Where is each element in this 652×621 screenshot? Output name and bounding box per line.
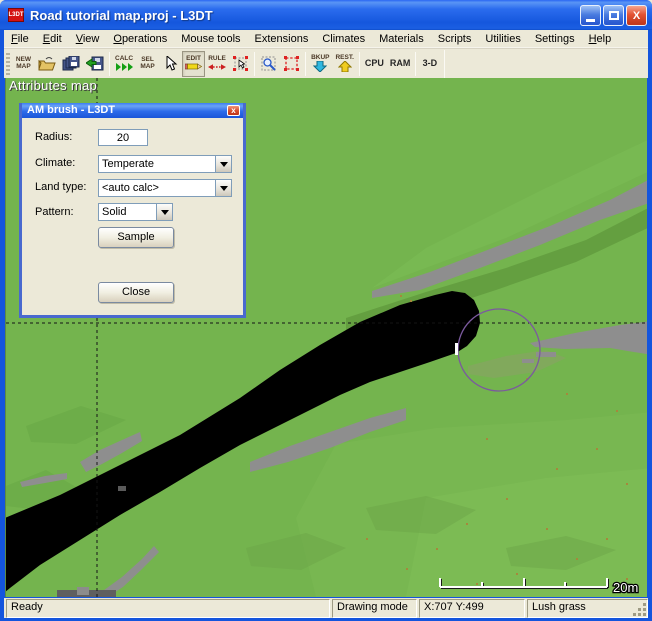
- status-terrain: Lush grass: [527, 599, 648, 618]
- menu-file[interactable]: File: [4, 31, 36, 47]
- restore-button[interactable]: REST.: [332, 51, 356, 77]
- floppy-arrow-icon: [86, 56, 104, 72]
- app-icon: L3DT: [8, 8, 24, 22]
- 3d-label: 3-D: [423, 59, 438, 68]
- save-import-button[interactable]: [83, 51, 107, 77]
- status-mode: Drawing mode: [332, 599, 417, 618]
- open-folder-icon: [38, 56, 56, 71]
- climate-label: Climate:: [35, 157, 75, 169]
- backup-down-arrow-icon: [313, 61, 327, 72]
- ram-button[interactable]: RAM: [387, 51, 414, 77]
- dialog-close-action-button[interactable]: Close: [98, 282, 174, 303]
- menu-edit[interactable]: Edit: [36, 31, 69, 47]
- menu-mouse-tools[interactable]: Mouse tools: [174, 31, 247, 47]
- radius-label: Radius:: [35, 131, 72, 143]
- select-region-tool-button[interactable]: [229, 51, 252, 77]
- maximize-icon: [609, 11, 619, 20]
- menu-settings[interactable]: Settings: [528, 31, 582, 47]
- status-bar: Ready Drawing mode X:707 Y:499 Lush gras…: [4, 598, 648, 618]
- save-stack-icon: [62, 56, 80, 72]
- land-type-label: Land type:: [35, 181, 86, 193]
- calc-play-icon: [116, 63, 133, 71]
- cpu-label: CPU: [365, 59, 384, 68]
- land-type-select[interactable]: <auto calc>: [98, 179, 232, 197]
- status-ready: Ready: [6, 599, 330, 618]
- land-type-dropdown-arrow-icon[interactable]: [215, 180, 231, 196]
- cpu-button[interactable]: CPU: [362, 51, 387, 77]
- resize-grip[interactable]: [633, 603, 646, 616]
- sel-map-button[interactable]: SEL MAP: [136, 51, 159, 77]
- clear-selection-button[interactable]: [280, 51, 303, 77]
- close-button[interactable]: X: [626, 5, 647, 26]
- toolbar-separator: [359, 52, 360, 76]
- dialog-close-button[interactable]: x: [227, 105, 240, 116]
- dialog-title-bar[interactable]: AM brush - L3DT x: [22, 103, 243, 118]
- toolbar: NEW MAP CALC SEL MAP: [4, 48, 648, 78]
- menu-extensions[interactable]: Extensions: [248, 31, 316, 47]
- menu-operations[interactable]: Operations: [106, 31, 174, 47]
- toolbar-end: [444, 50, 445, 78]
- close-icon: X: [633, 10, 640, 22]
- red-dashed-box-icon: [284, 56, 300, 72]
- zoom-region-icon: [261, 56, 277, 72]
- maximize-button[interactable]: [603, 5, 624, 26]
- menu-utilities[interactable]: Utilities: [478, 31, 527, 47]
- save-all-button[interactable]: [59, 51, 83, 77]
- new-map-label: NEW MAP: [16, 57, 31, 70]
- climate-dropdown-arrow-icon[interactable]: [215, 156, 231, 172]
- toolbar-separator: [109, 52, 110, 76]
- land-type-value: <auto calc>: [99, 182, 215, 194]
- map-overlay-title: Attributes map: [9, 78, 97, 93]
- am-brush-dialog: AM brush - L3DT x Radius: Climate: Tempe…: [19, 103, 246, 318]
- rule-tool-button[interactable]: RULE: [205, 51, 229, 77]
- edit-tool-button[interactable]: EDIT: [182, 51, 205, 77]
- scale-label: 20m: [613, 580, 638, 595]
- app-window: L3DT Road tutorial map.proj - L3DT X Fil…: [0, 0, 652, 621]
- cursor-icon: [163, 56, 178, 72]
- pattern-select[interactable]: Solid: [98, 203, 173, 221]
- backup-button[interactable]: BKUP: [308, 51, 332, 77]
- pattern-value: Solid: [99, 206, 156, 218]
- rule-arrow-icon: [208, 63, 226, 71]
- open-button[interactable]: [35, 51, 59, 77]
- pattern-label: Pattern:: [35, 206, 74, 218]
- menu-bar: FileEditViewOperationsMouse toolsExtensi…: [4, 30, 648, 48]
- pointer-tool-button[interactable]: [159, 51, 182, 77]
- menu-scripts[interactable]: Scripts: [431, 31, 479, 47]
- toolbar-grip[interactable]: [6, 53, 10, 75]
- dialog-title: AM brush - L3DT: [27, 104, 115, 116]
- toolbar-separator: [415, 52, 416, 76]
- menu-materials[interactable]: Materials: [372, 31, 431, 47]
- select-cursor-icon: [233, 56, 249, 72]
- zoom-region-button[interactable]: [257, 51, 280, 77]
- toolbar-separator: [254, 52, 255, 76]
- sel-map-label: SEL MAP: [140, 57, 154, 70]
- climate-value: Temperate: [99, 158, 215, 170]
- status-coordinates: X:707 Y:499: [419, 599, 525, 618]
- toolbar-separator: [305, 52, 306, 76]
- minimize-button[interactable]: [580, 5, 601, 26]
- minimize-icon: [586, 19, 595, 22]
- title-bar: L3DT Road tutorial map.proj - L3DT X: [0, 0, 652, 30]
- calc-button[interactable]: CALC: [112, 51, 136, 77]
- ram-label: RAM: [390, 59, 411, 68]
- dialog-close-icon: x: [231, 106, 235, 115]
- menu-view[interactable]: View: [69, 31, 107, 47]
- sample-button[interactable]: Sample: [98, 227, 174, 248]
- 3d-view-button[interactable]: 3-D: [418, 51, 441, 77]
- menu-help[interactable]: Help: [582, 31, 619, 47]
- climate-select[interactable]: Temperate: [98, 155, 232, 173]
- pencil-icon: [185, 62, 202, 71]
- radius-input[interactable]: [98, 129, 148, 146]
- new-map-button[interactable]: NEW MAP: [12, 51, 35, 77]
- restore-up-arrow-icon: [338, 61, 352, 72]
- pattern-dropdown-arrow-icon[interactable]: [156, 204, 172, 220]
- window-title: Road tutorial map.proj - L3DT: [30, 8, 213, 23]
- menu-climates[interactable]: Climates: [315, 31, 372, 47]
